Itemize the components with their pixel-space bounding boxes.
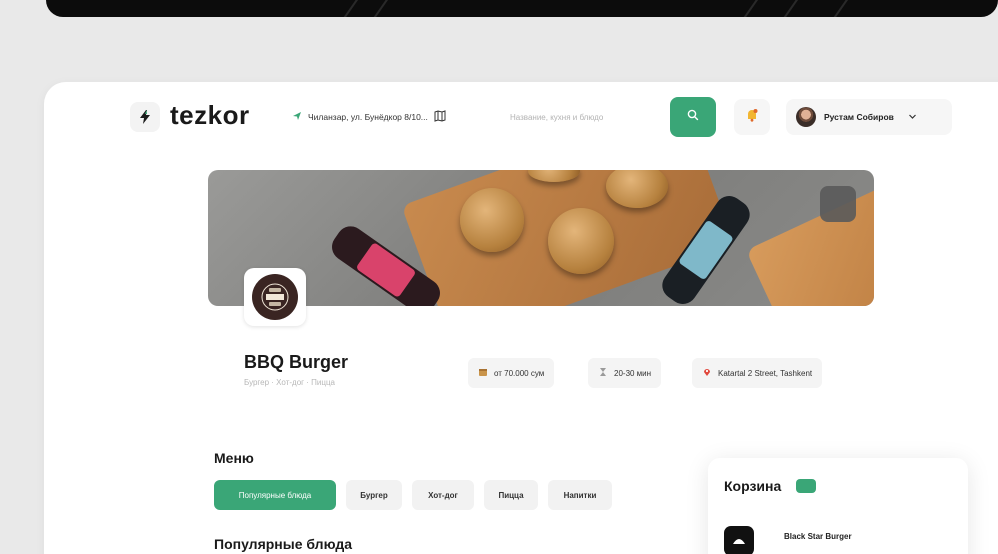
lightning-icon[interactable]: [130, 102, 160, 132]
search-button[interactable]: [670, 97, 716, 137]
menu-title: Меню: [214, 450, 254, 466]
cart-item-name[interactable]: Black Star Burger: [784, 532, 852, 541]
address-text: Katartal 2 Street, Tashkent: [718, 368, 813, 378]
map-icon[interactable]: [434, 110, 446, 124]
top-dark-panel: [46, 0, 998, 17]
app-window: tezkor Чиланзар, ул. Бунёдкор 8/10... Ру…: [44, 82, 998, 554]
tab-hotdog[interactable]: Хот-дог: [412, 480, 474, 510]
min-order-text: от 70.000 сум: [494, 368, 545, 378]
popular-section-title: Популярные блюда: [214, 536, 353, 552]
delivery-time-text: 20-30 мин: [614, 368, 652, 378]
tab-drinks[interactable]: Напитки: [548, 480, 612, 510]
address-chip: Katartal 2 Street, Tashkent: [692, 358, 823, 388]
min-order-chip: от 70.000 сум: [468, 358, 555, 388]
location-selector[interactable]: Чиланзар, ул. Бунёдкор 8/10...: [282, 100, 500, 134]
delivery-time-chip: 20-30 мин: [588, 358, 662, 388]
restaurant-tags: Бургер · Хот-дог · Пицца: [244, 378, 336, 387]
notification-button[interactable]: [734, 99, 770, 135]
search-input[interactable]: [502, 100, 672, 134]
restaurant-logo: [244, 268, 306, 326]
avatar: [796, 107, 816, 127]
logo-text[interactable]: tezkor: [170, 100, 250, 131]
banner-action-button[interactable]: [820, 186, 856, 222]
restaurant-banner-image: [208, 170, 874, 306]
pin-icon: [702, 367, 712, 379]
tab-pizza[interactable]: Пицца: [484, 480, 538, 510]
user-menu[interactable]: Рустам Собиров: [786, 99, 952, 135]
restaurant-name: BBQ Burger: [244, 352, 349, 372]
chevron-down-icon: [908, 112, 917, 123]
cart-panel: Корзина Black Star Burger: [708, 458, 968, 554]
cart-title: Корзина: [724, 478, 782, 494]
box-icon: [478, 367, 488, 379]
search-icon: [687, 108, 699, 126]
send-arrow-icon: [292, 111, 302, 123]
cart-count-badge: [796, 479, 816, 493]
user-name: Рустам Собиров: [824, 112, 894, 122]
tab-burger[interactable]: Бургер: [346, 480, 402, 510]
cart-item-thumbnail: [724, 526, 754, 554]
tab-popular[interactable]: Популярные блюда: [214, 480, 336, 510]
location-text: Чиланзар, ул. Бунёдкор 8/10...: [308, 112, 428, 122]
bell-icon: [744, 107, 760, 128]
hourglass-icon: [598, 367, 608, 379]
